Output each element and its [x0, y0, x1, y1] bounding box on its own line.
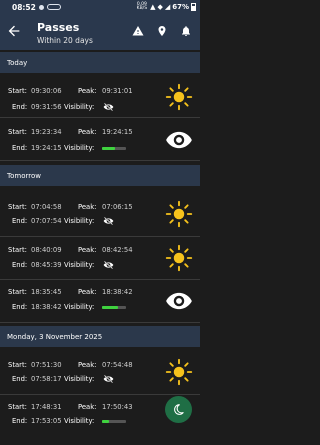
battery-percent: 67% — [172, 3, 189, 11]
section-header-today: Today — [0, 52, 200, 73]
peak-label: Peak: — [78, 246, 97, 254]
warning-icon[interactable] — [132, 25, 144, 37]
end-label: End: — [12, 303, 28, 311]
peak-time: 17:50:43 — [102, 403, 133, 411]
start-time: 17:48:31 — [31, 403, 62, 411]
visibility-bar — [102, 306, 126, 309]
start-time: 09:30:06 — [31, 87, 62, 95]
eye-off-icon — [103, 217, 114, 225]
end-time: 19:24:15 — [31, 144, 62, 152]
peak-label: Peak: — [78, 288, 97, 296]
start-time: 08:40:09 — [31, 246, 62, 254]
visibility-label: Visibility: — [64, 261, 95, 269]
network-speed: 0.09 KB/S — [136, 2, 148, 12]
visibility-label: Visibility: — [64, 103, 95, 111]
peak-label: Peak: — [78, 403, 97, 411]
start-time: 18:35:45 — [31, 288, 62, 296]
moon-icon — [174, 404, 184, 415]
eye-icon — [166, 131, 192, 149]
peak-time: 08:42:54 — [102, 246, 133, 254]
end-label: End: — [12, 261, 28, 269]
sun-icon — [165, 358, 193, 386]
end-time: 07:58:17 — [31, 375, 62, 383]
start-time: 07:51:30 — [31, 361, 62, 369]
sun-icon — [165, 244, 193, 272]
pass-row[interactable]: Start: 07:51:30 Peak: 07:54:48 End: 07:5… — [0, 353, 200, 395]
pass-row[interactable]: Start: 09:30:06 Peak: 09:31:01 End: 09:3… — [0, 76, 200, 118]
end-label: End: — [12, 103, 28, 111]
page-subtitle: Within 20 days — [37, 36, 93, 45]
signal-icon: ▲ — [150, 3, 156, 11]
sun-icon — [165, 83, 193, 111]
start-time: 07:04:58 — [31, 203, 62, 211]
end-time: 09:31:56 — [31, 103, 62, 111]
visibility-label: Visibility: — [64, 303, 95, 311]
peak-label: Peak: — [78, 128, 97, 136]
app-bar: Passes Within 20 days — [0, 14, 200, 50]
section-header-date: Monday, 3 November 2025 — [0, 326, 200, 347]
start-time: 19:23:34 — [31, 128, 62, 136]
cellular-icon: ◢ — [164, 3, 171, 11]
wifi-icon: ◆ — [157, 3, 163, 11]
location-pin-icon[interactable] — [156, 25, 168, 37]
eye-off-icon — [103, 375, 114, 383]
start-label: Start: — [8, 403, 27, 411]
eye-off-icon — [103, 261, 114, 269]
end-time: 18:38:42 — [31, 303, 62, 311]
visibility-label: Visibility: — [64, 375, 95, 383]
pass-row[interactable]: Start: 08:40:09 Peak: 08:42:54 End: 08:4… — [0, 238, 200, 280]
end-label: End: — [12, 144, 28, 152]
start-label: Start: — [8, 246, 27, 254]
visibility-label: Visibility: — [64, 217, 95, 225]
end-time: 08:45:39 — [31, 261, 62, 269]
peak-time: 18:38:42 — [102, 288, 133, 296]
peak-time: 09:31:01 — [102, 87, 133, 95]
peak-time: 07:06:15 — [102, 203, 133, 211]
start-label: Start: — [8, 361, 27, 369]
network-speed-unit: KB/S — [136, 6, 148, 11]
visibility-label: Visibility: — [64, 144, 95, 152]
visibility-label: Visibility: — [64, 417, 95, 425]
visibility-bar — [102, 420, 126, 423]
eye-icon — [166, 292, 192, 310]
start-label: Start: — [8, 87, 27, 95]
section-header-tomorrow: Tomorrow — [0, 165, 200, 186]
end-time: 17:53:05 — [31, 417, 62, 425]
start-label: Start: — [8, 203, 27, 211]
pass-row[interactable]: Start: 18:35:45 Peak: 18:38:42 End: 18:3… — [0, 281, 200, 323]
status-time: 08:52 — [12, 2, 36, 12]
sun-icon — [165, 200, 193, 228]
pass-row[interactable]: Start: 19:23:34 Peak: 19:24:15 End: 19:2… — [0, 119, 200, 161]
end-label: End: — [12, 217, 28, 225]
start-label: Start: — [8, 288, 27, 296]
visibility-bar-fill — [102, 147, 116, 150]
status-bar: 08:52 0.09 KB/S ▲ ◆ ◢ 67% — [0, 0, 200, 14]
night-mode-fab[interactable] — [165, 396, 192, 423]
visibility-bar — [102, 147, 126, 150]
eye-off-icon — [103, 103, 114, 111]
peak-time: 07:54:48 — [102, 361, 133, 369]
peak-label: Peak: — [78, 87, 97, 95]
visibility-bar-fill — [102, 306, 118, 309]
peak-time: 19:24:15 — [102, 128, 133, 136]
pass-row[interactable]: Start: 07:04:58 Peak: 07:06:15 End: 07:0… — [0, 195, 200, 237]
peak-label: Peak: — [78, 203, 97, 211]
end-label: End: — [12, 375, 28, 383]
end-time: 07:07:54 — [31, 217, 62, 225]
notification-pill-icon — [46, 4, 61, 10]
peak-label: Peak: — [78, 361, 97, 369]
start-label: Start: — [8, 128, 27, 136]
end-label: End: — [12, 417, 28, 425]
back-arrow-icon[interactable] — [6, 23, 22, 39]
notification-bell-icon[interactable] — [180, 25, 192, 37]
notification-icon — [38, 4, 44, 10]
page-title: Passes — [37, 21, 80, 34]
battery-icon — [191, 3, 196, 11]
visibility-bar-fill — [102, 420, 110, 423]
